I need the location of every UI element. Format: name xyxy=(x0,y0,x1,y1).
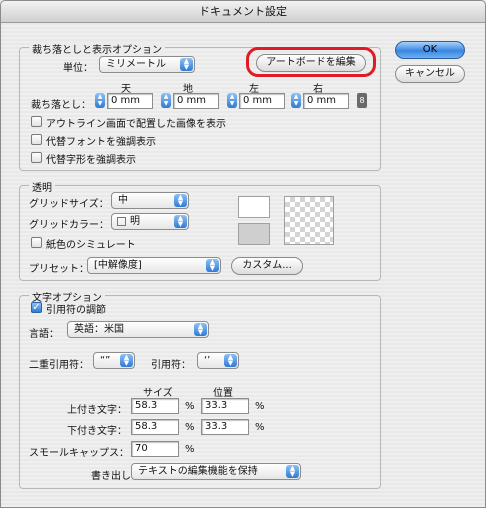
grid-color-label: グリッドカラー： xyxy=(29,220,109,231)
highlight-substituted-glyphs-label: 代替字形を強調表示 xyxy=(46,155,136,166)
bleed-bottom-field[interactable]: 0 mm xyxy=(173,93,219,109)
transparency-grid-preview xyxy=(284,196,334,245)
double-quotes-label: 二重引用符： xyxy=(29,360,89,371)
popup-arrows-icon: ▲ ▼ xyxy=(194,323,207,336)
bleed-label: 裁ち落とし： xyxy=(31,100,91,111)
document-setup-dialog: ドキュメント設定 OK キャンセル 裁ち落としと表示オプション 単位： ミリメー… xyxy=(0,0,486,508)
custom-button[interactable]: カスタム... xyxy=(231,257,303,275)
bleed-right-stepper[interactable]: ▲ ▼ xyxy=(291,93,301,108)
bleed-left-stepper[interactable]: ▲ ▼ xyxy=(227,93,237,108)
bleed-top-stepper[interactable]: ▲ ▼ xyxy=(95,93,105,108)
small-caps-label: スモールキャップス： xyxy=(29,448,129,459)
popup-arrows-icon: ▲ ▼ xyxy=(206,259,219,272)
grid-size-popup[interactable]: 中 ▲ ▼ xyxy=(111,192,189,209)
popup-arrows-icon: ▲ ▼ xyxy=(180,58,193,71)
window-title: ドキュメント設定 xyxy=(1,1,485,23)
bleed-right-field[interactable]: 0 mm xyxy=(303,93,349,109)
export-value: テキストの編集機能を保持 xyxy=(138,466,258,477)
smart-quotes-label: 引用符の調節 xyxy=(46,305,106,316)
grid-size-value: 中 xyxy=(118,195,128,206)
percent-sign: % xyxy=(255,401,265,412)
ok-button[interactable]: OK xyxy=(395,41,465,59)
double-quotes-popup[interactable]: “” ▲ ▼ xyxy=(93,352,135,369)
preset-value: [中解像度] xyxy=(94,260,142,271)
language-label: 言語： xyxy=(29,329,59,340)
superscript-size-field[interactable]: 58.3 xyxy=(131,398,179,414)
subscript-label: 下付き文字： xyxy=(67,426,127,437)
checker-swatch-icon xyxy=(117,217,126,226)
single-quotes-value: ‘’ xyxy=(204,355,211,366)
single-quotes-label: 引用符： xyxy=(151,360,191,371)
cancel-button[interactable]: キャンセル xyxy=(395,65,465,83)
grid-color-swatch-dark[interactable] xyxy=(238,223,270,245)
single-quotes-popup[interactable]: ‘’ ▲ ▼ xyxy=(197,352,239,369)
superscript-label: 上付き文字： xyxy=(67,405,127,416)
language-popup[interactable]: 英語：米国 ▲ ▼ xyxy=(67,321,209,338)
export-popup[interactable]: テキストの編集機能を保持 ▲ ▼ xyxy=(131,463,301,480)
grid-size-label: グリッドサイズ： xyxy=(29,199,109,210)
highlight-substituted-glyphs-checkbox[interactable] xyxy=(31,152,42,163)
units-label: 単位： xyxy=(63,63,93,74)
units-value: ミリメートル xyxy=(106,59,166,70)
preset-label: プリセット： xyxy=(29,264,89,275)
percent-sign: % xyxy=(185,444,195,455)
popup-arrows-icon: ▲ ▼ xyxy=(120,354,133,367)
transparency-legend: 透明 xyxy=(29,179,55,194)
simulate-paper-label: 紙色のシミュレート xyxy=(46,240,136,251)
preset-popup[interactable]: [中解像度] ▲ ▼ xyxy=(87,257,221,274)
subscript-position-field[interactable]: 33.3 xyxy=(201,419,249,435)
superscript-position-field[interactable]: 33.3 xyxy=(201,398,249,414)
show-images-outline-checkbox[interactable] xyxy=(31,116,42,127)
show-images-outline-label: アウトライン画面で配置した画像を表示 xyxy=(46,119,226,130)
highlight-substituted-fonts-label: 代替フォントを強調表示 xyxy=(46,137,156,148)
size-column-header: サイズ xyxy=(143,388,173,399)
bleed-bottom-stepper[interactable]: ▲ ▼ xyxy=(161,93,171,108)
highlight-substituted-fonts-checkbox[interactable] xyxy=(31,134,42,145)
double-quotes-value: “” xyxy=(100,355,111,366)
grid-color-swatch-light[interactable] xyxy=(238,196,270,218)
smart-quotes-checkbox[interactable]: ✓ xyxy=(31,302,42,313)
link-chain-icon[interactable]: 8 xyxy=(357,93,367,108)
popup-arrows-icon: ▲ ▼ xyxy=(286,465,299,478)
percent-sign: % xyxy=(255,422,265,433)
popup-arrows-icon: ▲ ▼ xyxy=(224,354,237,367)
popup-arrows-icon: ▲ ▼ xyxy=(174,215,187,228)
percent-sign: % xyxy=(185,422,195,433)
simulate-paper-checkbox[interactable] xyxy=(31,237,42,248)
grid-color-popup[interactable]: 明 ▲ ▼ xyxy=(111,213,189,230)
bleed-top-field[interactable]: 0 mm xyxy=(107,93,153,109)
bleed-left-field[interactable]: 0 mm xyxy=(239,93,285,109)
subscript-size-field[interactable]: 58.3 xyxy=(131,419,179,435)
units-popup[interactable]: ミリメートル ▲ ▼ xyxy=(99,56,195,73)
percent-sign: % xyxy=(185,401,195,412)
bleed-view-options-legend: 裁ち落としと表示オプション xyxy=(29,41,165,56)
small-caps-field[interactable]: 70 xyxy=(131,441,179,457)
language-value: 英語：米国 xyxy=(74,324,124,335)
position-column-header: 位置 xyxy=(213,388,233,399)
popup-arrows-icon: ▲ ▼ xyxy=(174,194,187,207)
highlight-annotation xyxy=(246,47,376,77)
